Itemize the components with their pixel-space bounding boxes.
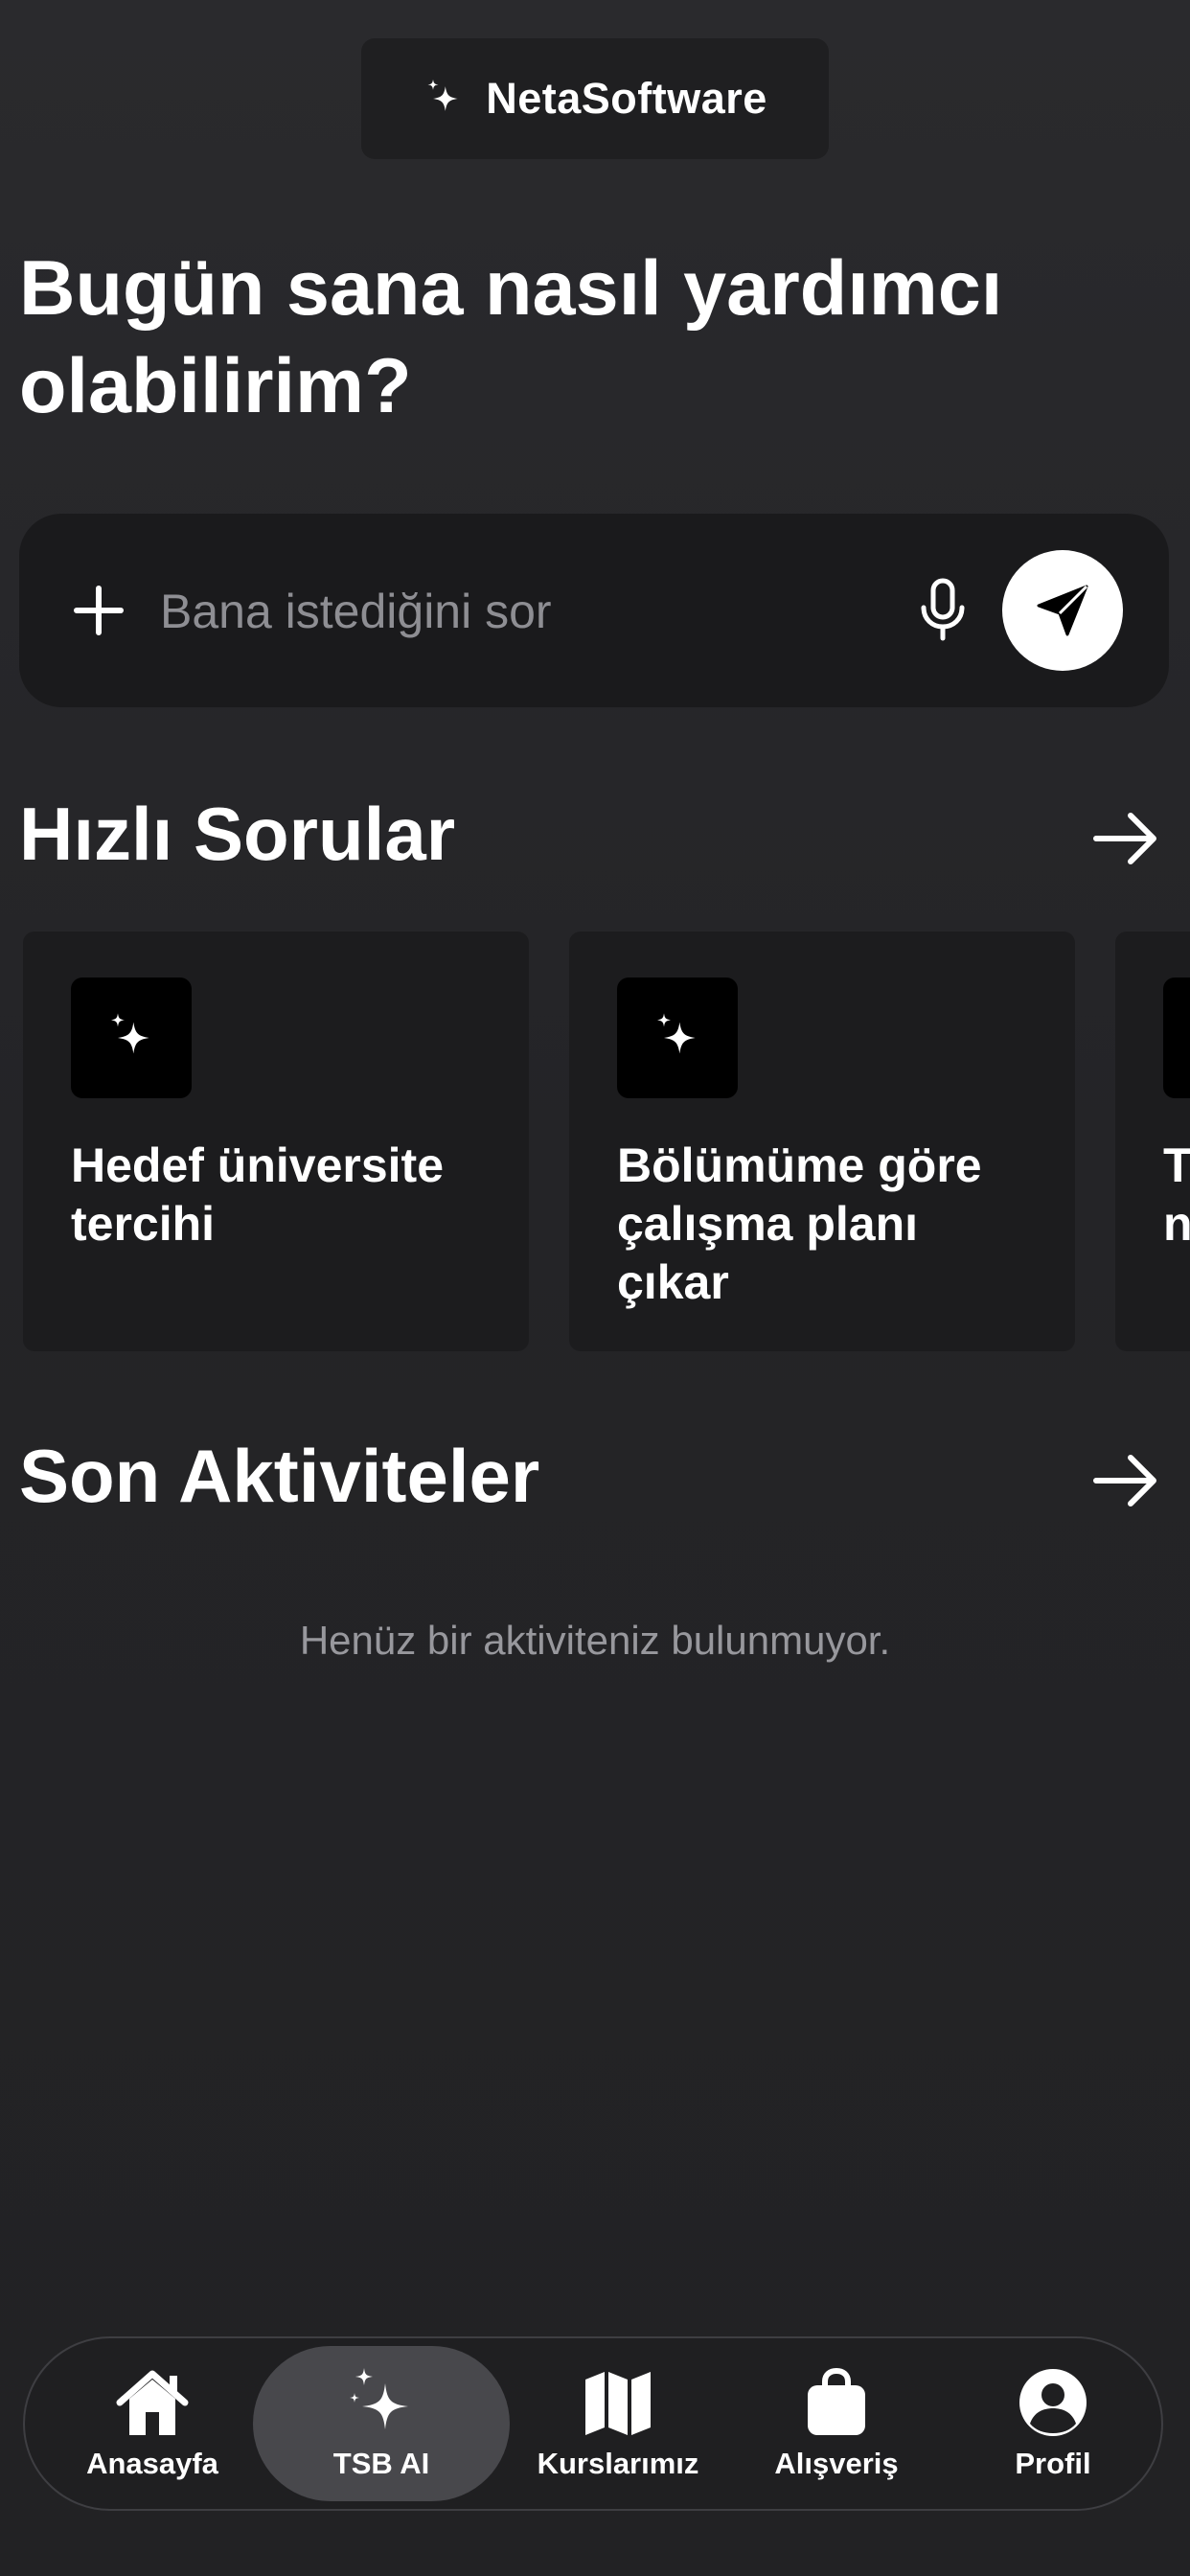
quick-question-card[interactable]: Hedef üniversite tercihi: [23, 932, 529, 1351]
quick-questions-carousel[interactable]: Hedef üniversite tercihi Bölümüme göre ç…: [0, 932, 1190, 1353]
plus-icon[interactable]: [69, 581, 128, 640]
sparkles-icon: [111, 1013, 149, 1054]
card-icon-tile: [71, 978, 192, 1098]
tab-courses[interactable]: Kurslarımız: [510, 2346, 726, 2501]
tab-home[interactable]: Anasayfa: [44, 2346, 261, 2501]
empty-state-message: Henüz bir aktiviteniz bulunmuyor.: [299, 1618, 891, 1663]
sparkles-icon: [350, 2368, 408, 2429]
microphone-icon[interactable]: [916, 577, 970, 644]
tab-profile[interactable]: Profil: [945, 2346, 1161, 2501]
send-icon: [1037, 585, 1088, 636]
quick-question-label: Hedef üniversite tercihi: [71, 1138, 445, 1251]
prompt-input[interactable]: [158, 566, 890, 656]
tab-shopping[interactable]: Alışveriş: [728, 2346, 945, 2501]
send-button[interactable]: [1002, 550, 1123, 671]
sparkles-icon: [427, 79, 458, 111]
tab-label: Kurslarımız: [537, 2447, 699, 2480]
card-icon-tile: [617, 978, 738, 1098]
page-title: Bugün sana nasıl yardımcı olabilirim?: [19, 245, 1003, 429]
card-icon-tile: [1163, 978, 1190, 1098]
tab-tsb-ai[interactable]: TSB AI: [253, 2346, 510, 2501]
quick-question-card[interactable]: Bölümüme göre çalışma planı çıkar: [569, 932, 1075, 1351]
quick-question-label: T n: [1163, 1138, 1190, 1251]
sparkles-icon: [657, 1013, 696, 1054]
brand-header: NetaSoftware: [361, 38, 829, 159]
map-icon: [585, 2372, 651, 2435]
section-title-quick-questions: Hızlı Sorular: [19, 792, 456, 876]
tab-label: Anasayfa: [86, 2447, 218, 2480]
home-icon: [116, 2370, 189, 2435]
profile-icon: [1019, 2369, 1087, 2436]
arrow-right-icon[interactable]: [1092, 1452, 1161, 1509]
arrow-right-icon[interactable]: [1092, 810, 1161, 867]
bottom-tab-bar: Anasayfa TSB AI Kurslarımız Alışveriş Pr…: [23, 2336, 1163, 2511]
tab-label: TSB AI: [332, 2447, 430, 2480]
tab-label: Alışveriş: [774, 2447, 899, 2480]
quick-question-label: Bölümüme göre çalışma planı çıkar: [617, 1138, 982, 1309]
prompt-box: [19, 514, 1169, 707]
brand-name: NetaSoftware: [486, 74, 767, 123]
bag-icon: [808, 2367, 865, 2435]
section-title-recent-activity: Son Aktiviteler: [19, 1434, 540, 1518]
tab-label: Profil: [1015, 2447, 1091, 2480]
quick-question-card[interactable]: T n: [1115, 932, 1190, 1351]
